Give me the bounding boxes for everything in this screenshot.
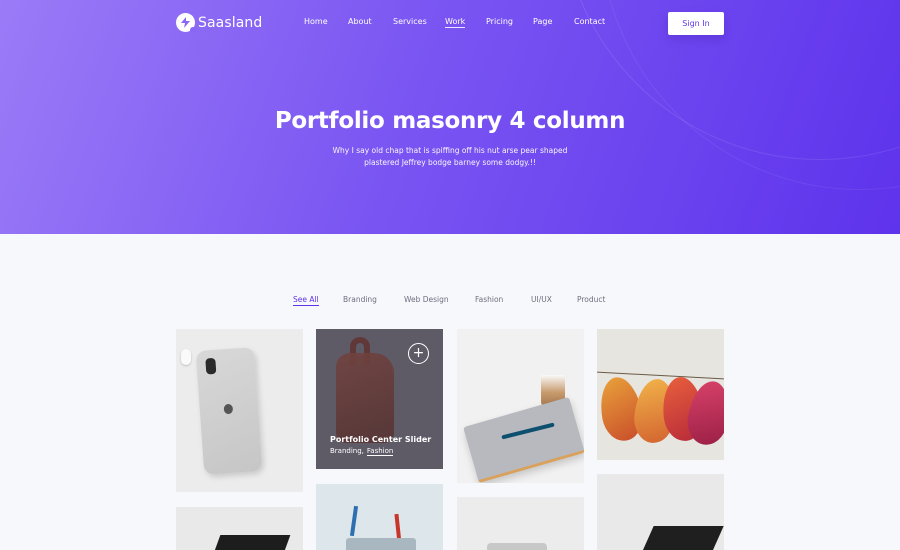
portfolio-item-categories: Branding, Fashion bbox=[330, 447, 394, 456]
filter-product[interactable]: Product bbox=[577, 295, 605, 304]
portfolio-item-device[interactable] bbox=[457, 497, 584, 550]
hero-banner: Saasland Home About Services Work Pricin… bbox=[0, 0, 900, 234]
main-nav: Home About Services Work Pricing Page Co… bbox=[0, 17, 900, 31]
category-link-branding[interactable]: Branding, bbox=[330, 447, 364, 455]
filter-fashion[interactable]: Fashion bbox=[475, 295, 503, 304]
apple-logo-icon bbox=[223, 403, 234, 415]
earbud-image bbox=[181, 349, 191, 365]
notebook-image bbox=[463, 396, 584, 483]
page-title: Portfolio masonry 4 column bbox=[274, 108, 626, 134]
category-link-fashion[interactable]: Fashion bbox=[366, 447, 394, 456]
filter-web-design[interactable]: Web Design bbox=[404, 295, 449, 304]
portfolio-filter-bar: See All Branding Web Design Fashion UI/U… bbox=[0, 295, 900, 309]
camera-detail bbox=[205, 357, 217, 375]
nav-item-home[interactable]: Home bbox=[304, 17, 328, 26]
nav-item-page[interactable]: Page bbox=[533, 17, 552, 26]
nav-item-services[interactable]: Services bbox=[393, 17, 427, 26]
nav-item-pricing[interactable]: Pricing bbox=[486, 17, 513, 26]
portfolio-item-camera[interactable] bbox=[597, 474, 724, 550]
plus-icon[interactable]: + bbox=[408, 343, 429, 364]
pencil-image bbox=[349, 505, 359, 537]
sign-in-button[interactable]: Sign In bbox=[668, 12, 724, 35]
filter-ui-ux[interactable]: UI/UX bbox=[531, 295, 552, 304]
nav-item-contact[interactable]: Contact bbox=[574, 17, 605, 26]
portfolio-item-bag[interactable]: + Portfolio Center Slider Branding, Fashi… bbox=[316, 329, 443, 469]
page-subtitle: Why I say old chap that is spiffing off … bbox=[332, 146, 568, 167]
portfolio-item-title[interactable]: Portfolio Center Slider bbox=[330, 435, 431, 444]
filter-see-all[interactable]: See All bbox=[293, 295, 319, 306]
camera-image bbox=[640, 526, 724, 550]
filter-branding[interactable]: Branding bbox=[343, 295, 377, 304]
device-image bbox=[487, 543, 547, 550]
portfolio-item-leaves[interactable] bbox=[597, 329, 724, 460]
laptop-image bbox=[211, 535, 291, 550]
nav-item-about[interactable]: About bbox=[348, 17, 372, 26]
portfolio-item-stationery[interactable] bbox=[316, 484, 443, 550]
nav-item-work[interactable]: Work bbox=[445, 17, 466, 28]
tray-image bbox=[346, 538, 416, 550]
portfolio-item-notebook[interactable] bbox=[457, 329, 584, 483]
portfolio-item-laptop[interactable] bbox=[176, 507, 303, 550]
phone-image bbox=[195, 347, 263, 475]
portfolio-item-iphone[interactable] bbox=[176, 329, 303, 492]
